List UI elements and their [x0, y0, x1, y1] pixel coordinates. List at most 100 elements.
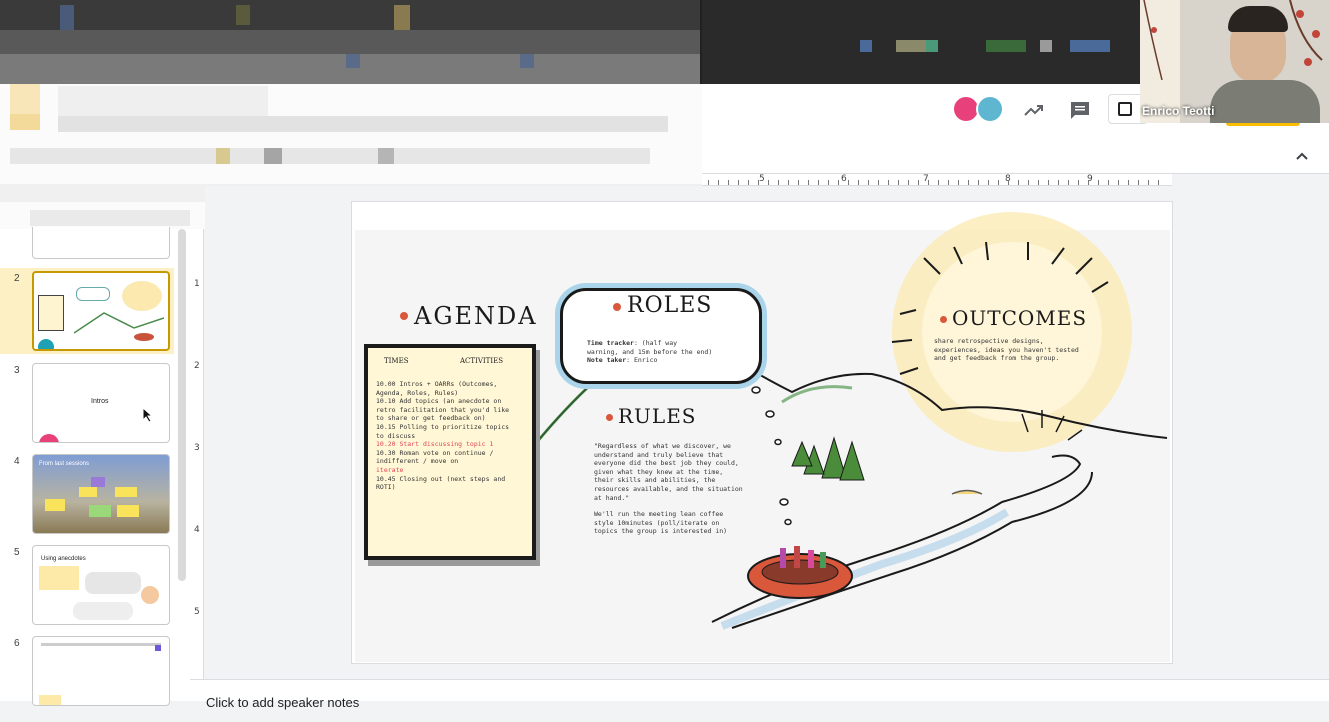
agenda-line: 10.45 Closing out (next steps and [376, 474, 506, 483]
rules-line: We'll run the meeting lean coffee [594, 510, 724, 519]
agenda-heading: AGENDA [400, 302, 540, 332]
ruler-tick [1148, 180, 1149, 185]
vertical-ruler[interactable]: 1 2 3 4 5 [190, 229, 204, 679]
ruler-tick [918, 180, 919, 185]
slide-number: 3 [14, 365, 20, 376]
ruler-tick [888, 180, 889, 185]
ruler-tick [868, 180, 869, 185]
agenda-line: 10.30 Roman vote on continue / [376, 448, 494, 457]
speaker-notes[interactable]: Click to add speaker notes [190, 679, 1329, 710]
rules-line: understand and truly believe that [594, 450, 724, 459]
outcomes-title: OUTCOMES [952, 306, 1088, 330]
ruler-tick [1108, 180, 1109, 185]
ruler-tick [1068, 180, 1069, 185]
ruler-tick [898, 180, 899, 185]
slide-row-4[interactable]: 4 From last sessions [0, 454, 174, 540]
ruler-tick [938, 180, 939, 185]
ruler-tick [1048, 180, 1049, 185]
outcomes-line: and get feedback from the group. [934, 354, 1060, 363]
slide-row-3[interactable]: 3 Intros [0, 363, 174, 449]
slide-page[interactable]: AGENDA TIMES ACTIVITIES 10.00 Intros + O… [351, 201, 1173, 664]
person-hair [1228, 6, 1288, 32]
agenda-line-highlight: 10.20 Start discussing topic 1 [376, 440, 494, 449]
ruler-tick [1038, 180, 1039, 185]
ruler-label: 6 [841, 174, 847, 184]
ruler-tick [1018, 180, 1019, 185]
rules-line: at hand." [594, 493, 630, 502]
person-shirt [1210, 80, 1320, 123]
outcomes-line: share retrospective designs, [934, 337, 1044, 345]
slide-row-6[interactable]: 6 [0, 636, 174, 722]
collaborator-avatar[interactable] [976, 95, 1004, 123]
outcomes-text: share retrospective designs, experiences… [934, 337, 1104, 363]
outcomes-line: experiences, ideas you haven't tested [934, 345, 1079, 354]
agenda-line: indifferent / move on [376, 457, 459, 466]
mouse-cursor-icon [142, 407, 154, 423]
slide-row-2[interactable]: 2 [0, 271, 174, 357]
agenda-board: TIMES ACTIVITIES 10.00 Intros + OARRs (O… [364, 344, 536, 560]
rules-line: their skills and abilities, the [594, 476, 716, 485]
ruler-tick [1058, 180, 1059, 185]
ruler-tick [1128, 180, 1129, 185]
ruler-tick [978, 180, 979, 185]
ruler-tick [1008, 180, 1009, 185]
slide-thumbnail-3[interactable]: Intros [32, 363, 170, 443]
ruler-label: 2 [194, 361, 200, 371]
slide-filmstrip: 2 3 Intros 4 From last sessions 5 Using … [0, 227, 190, 706]
roles-line: warning, and 15m before the end) [587, 347, 713, 356]
filmstrip-scrollbar[interactable] [178, 229, 186, 581]
ruler-tick [948, 180, 949, 185]
ruler-tick [798, 180, 799, 185]
agenda-col-times: TIMES [384, 357, 409, 365]
ruler-tick [958, 180, 959, 185]
roles-time-tracker-label: Time tracker [587, 339, 634, 347]
slide-thumbnail-5[interactable]: Using anecdotes [32, 545, 170, 625]
ruler-tick [1028, 180, 1029, 185]
speaker-notes-placeholder: Click to add speaker notes [206, 695, 360, 710]
slide-thumbnail-6[interactable] [32, 636, 170, 706]
ruler-tick [1078, 180, 1079, 185]
roles-time-tracker-value: : (half way [633, 339, 678, 347]
editor-toolbar [702, 140, 1329, 174]
browser-chrome-obscured [0, 0, 1329, 84]
ruler-tick [748, 180, 749, 185]
agenda-line: 10.15 Polling to prioritize topics [376, 422, 510, 431]
ruler-tick [998, 180, 999, 185]
chevron-up-icon[interactable] [1294, 148, 1310, 164]
agenda-line: 10.00 Intros + OARRs (Outcomes, [376, 380, 498, 388]
participant-name: Enrico Teotti [1142, 104, 1215, 118]
agenda-line: to share or get feedback on) [376, 414, 486, 423]
agenda-line-highlight: iterate [376, 465, 404, 474]
ruler-label: 4 [194, 525, 200, 535]
ruler-tick [908, 180, 909, 185]
agenda-col-activities: ACTIVITIES [460, 357, 504, 365]
horizontal-ruler[interactable]: 5 6 7 8 9 [702, 174, 1172, 186]
ruler-tick [928, 180, 929, 185]
ruler-tick [1118, 180, 1119, 185]
roles-text: Time tracker: (half way warning, and 15m… [587, 339, 757, 365]
bullet-dot [613, 303, 621, 311]
ruler-tick [788, 180, 789, 185]
ruler-label: 1 [194, 279, 200, 289]
ruler-tick [708, 180, 709, 185]
ruler-tick [728, 180, 729, 185]
rules-text: "Regardless of what we discover, we unde… [594, 442, 764, 536]
ruler-tick [1088, 180, 1089, 185]
agenda-line: ROTI) [376, 483, 396, 492]
trending-up-icon[interactable] [1022, 98, 1046, 122]
agenda-list: 10.00 Intros + OARRs (Outcomes, Agenda, … [376, 380, 532, 492]
slide-thumbnail-4[interactable]: From last sessions [32, 454, 170, 534]
video-overlay: Enrico Teotti [1140, 0, 1329, 123]
thumbnail-title: From last sessions [39, 461, 90, 467]
rules-line: "Regardless of what we discover, we [594, 442, 731, 450]
rules-line: everyone did the best job they could, [594, 459, 739, 468]
rules-line: given what they knew at the time, [594, 467, 724, 476]
roles-cloud: ROLES Time tracker: (half way warning, a… [560, 288, 762, 384]
slide-thumbnail-2[interactable] [32, 271, 170, 351]
ruler-tick [1158, 180, 1159, 185]
slide-thumbnail-1[interactable] [32, 227, 170, 259]
slide-row-5[interactable]: 5 Using anecdotes [0, 545, 174, 631]
comment-icon[interactable] [1068, 98, 1092, 122]
ruler-tick [808, 180, 809, 185]
ruler-label: 3 [194, 443, 200, 453]
